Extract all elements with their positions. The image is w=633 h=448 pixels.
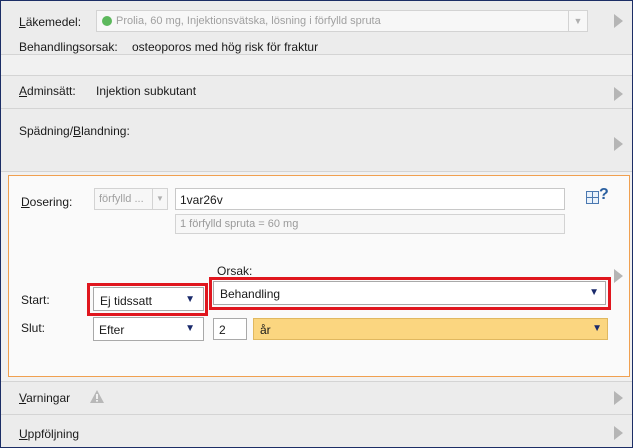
chevron-down-icon: ▼ xyxy=(568,11,587,31)
dose-calculator-icon[interactable] xyxy=(586,191,599,204)
expand-arrow-icon[interactable] xyxy=(614,426,623,440)
lakemedel-row: Läkemedel: Prolia, 60 mg, Injektionsväts… xyxy=(1,1,632,55)
expand-arrow-icon[interactable] xyxy=(614,137,623,151)
uppfoljning-row[interactable]: Uppföljning xyxy=(1,415,632,447)
spadning-label: Spädning/Blandning: xyxy=(19,124,130,138)
warning-icon xyxy=(90,390,104,403)
help-icon[interactable]: ? xyxy=(599,186,609,204)
start-highlight xyxy=(87,283,208,316)
prescription-panel: Läkemedel: Prolia, 60 mg, Injektionsväts… xyxy=(0,0,633,448)
slut-unit-select[interactable]: år ▼ xyxy=(253,318,608,340)
expand-arrow-icon[interactable] xyxy=(614,269,623,283)
expand-arrow-icon[interactable] xyxy=(614,14,623,28)
dosering-label: Dosering: xyxy=(21,195,73,209)
orsak-label: Orsak: xyxy=(217,264,253,278)
behandlingsorsak-value: osteoporos med hög risk för fraktur xyxy=(132,40,319,54)
adminsatt-value: Injektion subkutant xyxy=(96,84,197,98)
expand-arrow-icon[interactable] xyxy=(614,87,623,101)
adminsatt-row[interactable]: Adminsätt: Injektion subkutant xyxy=(1,75,632,109)
slut-label: Slut: xyxy=(21,321,46,335)
orsak-highlight xyxy=(209,277,611,310)
chevron-down-icon: ▼ xyxy=(185,323,195,334)
chevron-down-icon: ▼ xyxy=(592,323,602,334)
lakemedel-value: Prolia, 60 mg, Injektionsvätska, lösning… xyxy=(116,15,381,27)
spadning-row[interactable]: Spädning/Blandning: xyxy=(1,109,632,172)
varningar-row[interactable]: Varningar xyxy=(1,381,632,415)
dose-input[interactable]: 1var26v xyxy=(175,188,565,210)
chevron-down-icon: ▼ xyxy=(152,189,167,209)
behandlingsorsak-label: Behandlingsorsak: xyxy=(19,40,118,54)
dose-info: 1 förfylld spruta = 60 mg xyxy=(175,214,565,234)
slut-amount-input[interactable]: 2 xyxy=(213,318,247,340)
form-select[interactable]: förfylld ... ▼ xyxy=(94,188,168,210)
uppfoljning-label: Uppföljning xyxy=(19,427,80,441)
slut-mode-select[interactable]: Efter ▼ xyxy=(93,317,204,341)
adminsatt-label: Adminsätt: xyxy=(19,84,76,98)
start-label: Start: xyxy=(21,293,50,307)
varningar-label: Varningar xyxy=(19,391,71,405)
status-dot-icon xyxy=(102,16,112,26)
expand-arrow-icon[interactable] xyxy=(614,391,623,405)
lakemedel-select[interactable]: Prolia, 60 mg, Injektionsvätska, lösning… xyxy=(96,10,588,32)
lakemedel-label: Läkemedel: xyxy=(19,15,82,29)
